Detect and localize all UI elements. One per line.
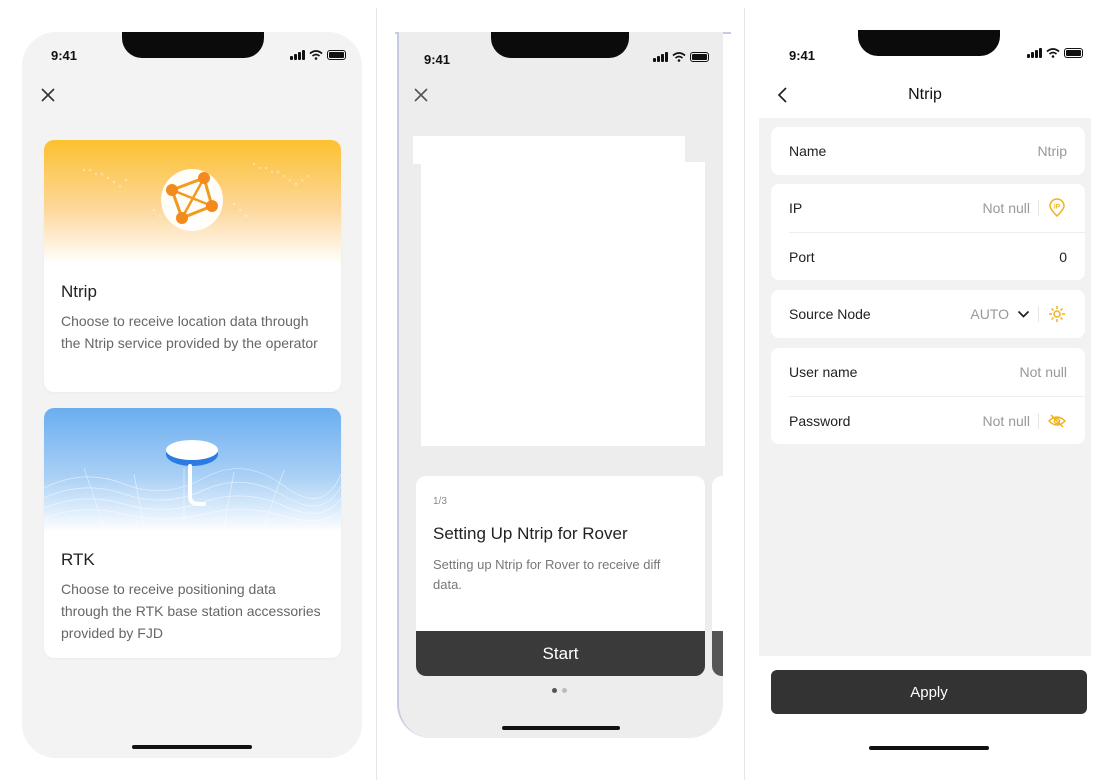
status-time: 9:41 — [424, 52, 451, 67]
status-icons — [1027, 48, 1083, 58]
status-icons — [290, 50, 346, 60]
password-row[interactable]: Password Not null — [789, 396, 1085, 444]
ip-input[interactable]: Not null — [983, 200, 1030, 216]
ip-location-icon[interactable]: IP — [1047, 198, 1067, 218]
phone-notch — [491, 32, 629, 58]
ntrip-option-card[interactable]: Ntrip Choose to receive location data th… — [44, 140, 341, 392]
home-indicator — [132, 745, 252, 749]
source-node-label: Source Node — [789, 306, 871, 322]
rtk-card-description: Choose to receive positioning data throu… — [61, 581, 321, 641]
password-value-wrap: Not null — [983, 412, 1067, 429]
wifi-icon — [309, 50, 323, 60]
phone-frame: 9:41 Ntrip Name Ntrip IP Not null IP Por… — [759, 30, 1091, 758]
ip-value-wrap: Not null IP — [983, 198, 1067, 218]
rtk-card-title: RTK — [61, 550, 95, 569]
home-indicator — [502, 726, 620, 730]
separator — [1038, 412, 1039, 429]
phone-notch — [858, 30, 1000, 56]
wifi-icon — [672, 52, 686, 62]
phone-frame: 9:41 Ntrip Choose to receive location da… — [22, 32, 362, 758]
user-name-label: User name — [789, 364, 858, 380]
phone-frame: 9:41 1/3 Setting Up Ntrip for Rover Sett… — [397, 32, 723, 738]
illustration-placeholder — [421, 162, 705, 446]
ntrip-rtk-selection-screen: 9:41 Ntrip Choose to receive location da… — [0, 0, 376, 780]
password-label: Password — [789, 412, 851, 429]
page-indicator — [552, 688, 567, 693]
wifi-icon — [1046, 48, 1060, 58]
gnss-antenna-icon — [166, 440, 218, 506]
source-node-group: Source Node AUTO — [771, 290, 1085, 338]
signal-icon — [1027, 48, 1042, 58]
port-input[interactable]: 0 — [1059, 249, 1067, 265]
separator — [1038, 200, 1039, 216]
name-group: Name Ntrip — [771, 127, 1085, 175]
status-icons — [653, 52, 709, 62]
globe-network-icon — [161, 169, 223, 231]
ip-row[interactable]: IP Not null IP — [771, 184, 1085, 232]
page-dot-active — [552, 688, 557, 693]
start-button[interactable]: Start — [416, 631, 705, 676]
source-node-select[interactable]: AUTO — [970, 306, 1009, 322]
close-icon[interactable] — [412, 86, 430, 104]
name-input[interactable]: Ntrip — [1037, 143, 1067, 159]
connection-group: IP Not null IP Port 0 — [771, 184, 1085, 280]
signal-icon — [290, 50, 305, 60]
password-input[interactable]: Not null — [983, 413, 1030, 429]
node-refresh-icon[interactable] — [1047, 304, 1067, 324]
page-dot — [562, 688, 567, 693]
user-name-row[interactable]: User name Not null — [771, 348, 1085, 396]
svg-text:IP: IP — [1054, 204, 1061, 211]
illustration-placeholder-top — [413, 136, 685, 164]
source-node-row[interactable]: Source Node AUTO — [771, 290, 1085, 338]
form-background: Name Ntrip IP Not null IP Port 0 Source … — [759, 118, 1091, 656]
credentials-group: User name Not null Password Not null — [771, 348, 1085, 444]
chevron-down-icon[interactable] — [1017, 310, 1030, 319]
status-time: 9:41 — [789, 48, 816, 63]
slide-title: Setting Up Ntrip for Rover — [433, 524, 628, 543]
page-title: Ntrip — [908, 86, 942, 103]
battery-icon — [327, 50, 346, 60]
battery-icon — [1064, 48, 1083, 58]
close-icon[interactable] — [39, 86, 57, 104]
slide-description: Setting up Ntrip for Rover to receive di… — [433, 557, 661, 592]
next-slide-button-peek — [712, 631, 723, 676]
port-row[interactable]: Port 0 — [789, 232, 1085, 280]
ntrip-settings-screen: 9:41 Ntrip Name Ntrip IP Not null IP Por… — [745, 0, 1104, 780]
ip-label: IP — [789, 200, 803, 216]
status-time: 9:41 — [51, 48, 78, 63]
source-node-value-wrap: AUTO — [970, 304, 1067, 324]
ntrip-card-description: Choose to receive location data through … — [61, 313, 318, 351]
battery-icon — [690, 52, 709, 62]
name-row[interactable]: Name Ntrip — [771, 127, 1085, 175]
phone-notch — [122, 32, 264, 58]
home-indicator — [869, 746, 989, 750]
eye-off-icon[interactable] — [1047, 413, 1067, 429]
ntrip-banner — [44, 140, 341, 264]
port-label: Port — [789, 248, 815, 265]
signal-icon — [653, 52, 668, 62]
user-name-input[interactable]: Not null — [1020, 364, 1067, 380]
name-label: Name — [789, 143, 827, 159]
separator — [1038, 306, 1039, 322]
slide-step-counter: 1/3 — [433, 496, 447, 507]
apply-button[interactable]: Apply — [771, 670, 1087, 714]
rtk-banner — [44, 408, 341, 532]
ntrip-tutorial-screen: 9:41 1/3 Setting Up Ntrip for Rover Sett… — [377, 0, 744, 780]
rtk-option-card[interactable]: RTK Choose to receive positioning data t… — [44, 408, 341, 658]
ntrip-card-title: Ntrip — [61, 282, 97, 301]
